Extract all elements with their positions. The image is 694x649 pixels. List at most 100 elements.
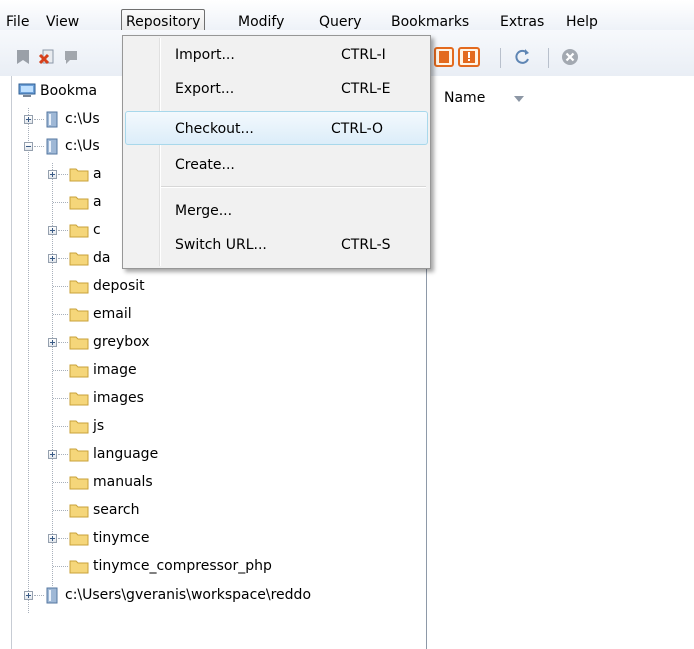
tree-node-label: image	[93, 362, 137, 378]
expand-icon[interactable]	[48, 338, 57, 347]
tree-node-folder[interactable]: deposit	[12, 275, 232, 297]
tree-node-label: language	[93, 446, 159, 462]
tree-node-label: js	[93, 418, 105, 434]
menu-item-import[interactable]: Import... CTRL-I	[125, 38, 428, 72]
sort-descending-icon[interactable]	[514, 96, 524, 102]
folder-icon	[69, 336, 89, 350]
tree-node-folder[interactable]: images	[12, 387, 232, 409]
tree-branch-line	[53, 482, 68, 483]
menu-item-checkout[interactable]: Checkout... CTRL-O	[125, 111, 428, 145]
tree-branch-line	[58, 538, 68, 539]
tree-branch-line	[34, 146, 44, 147]
tree-branch-line	[53, 510, 68, 511]
menu-item-switch-url[interactable]: Switch URL... CTRL-S	[125, 228, 428, 262]
comment-gray-icon[interactable]	[62, 48, 80, 66]
tree-node-folder[interactable]: js	[12, 415, 232, 437]
tree-node-folder[interactable]: a	[12, 163, 132, 185]
tree-node-folder[interactable]: a	[12, 191, 132, 213]
computer-icon	[18, 83, 36, 97]
folder-icon	[69, 224, 89, 238]
tree-node-label: tinymce_compressor_php	[93, 558, 272, 574]
tree-branch-line	[53, 286, 68, 287]
tree-node-label: da	[93, 250, 111, 266]
menu-separator	[161, 186, 426, 188]
menu-item-label: Import...	[175, 47, 235, 63]
menu-item-label: Switch URL...	[175, 237, 267, 253]
tree-node-label: a	[93, 166, 102, 182]
tree-node-folder[interactable]: email	[12, 303, 232, 325]
repository-dropdown-menu: Import... CTRL-I Export... CTRL-E Checko…	[122, 35, 431, 269]
menu-item-merge[interactable]: Merge...	[125, 194, 428, 228]
folder-icon	[69, 196, 89, 210]
folder-icon	[69, 448, 89, 462]
folder-icon	[69, 392, 89, 406]
tree-node-label: email	[93, 306, 132, 322]
menu-item-label: Checkout...	[175, 121, 254, 137]
tree-node-repo[interactable]: c:\Us	[12, 135, 132, 157]
tree-branch-line	[53, 398, 68, 399]
file-list-panel: Name	[428, 76, 694, 649]
menu-item-label: Merge...	[175, 203, 233, 219]
tree-node-folder[interactable]: greybox	[12, 331, 232, 353]
collapse-icon[interactable]	[24, 142, 33, 151]
folder-icon	[69, 532, 89, 546]
tree-branch-line	[53, 202, 68, 203]
menu-item-label: Export...	[175, 81, 235, 97]
toolbar-separator	[500, 48, 501, 68]
tree-root-label: Bookma	[40, 83, 98, 99]
menu-item-shortcut: CTRL-O	[331, 121, 384, 137]
expand-icon[interactable]	[24, 591, 33, 600]
orange-page-icon[interactable]	[434, 47, 454, 67]
tree-node-repo[interactable]: c:\Us	[12, 108, 132, 130]
menu-item-label: Create...	[175, 157, 235, 173]
cancel-icon[interactable]	[560, 47, 580, 67]
tree-branch-line	[34, 119, 44, 120]
tree-node-folder[interactable]: c	[12, 219, 132, 241]
menu-item-create[interactable]: Create...	[125, 148, 428, 182]
folder-icon	[69, 252, 89, 266]
expand-icon[interactable]	[48, 450, 57, 459]
folder-icon	[69, 504, 89, 518]
tree-branch-line	[53, 426, 68, 427]
tree-node-folder[interactable]: manuals	[12, 471, 232, 493]
tree-node-label: a	[93, 194, 102, 210]
tree-node-label: images	[93, 390, 144, 406]
folder-icon	[69, 560, 89, 574]
folder-icon	[69, 308, 89, 322]
tree-node-folder[interactable]: search	[12, 499, 232, 521]
tree-node-folder[interactable]: tinymce_compressor_php	[12, 555, 392, 577]
repository-icon	[46, 111, 58, 128]
tree-branch-line	[58, 174, 68, 175]
tree-branch-line	[58, 342, 68, 343]
refresh-icon[interactable]	[512, 47, 532, 67]
menubar: File View Repository Modify Query Bookma…	[0, 0, 694, 35]
tree-node-folder[interactable]: image	[12, 359, 232, 381]
bookmark-gray-icon[interactable]	[14, 48, 32, 66]
expand-icon[interactable]	[48, 226, 57, 235]
tree-node-label: search	[93, 502, 140, 518]
tree-node-folder[interactable]: da	[12, 247, 132, 269]
tree-node-label: c:\Us	[65, 138, 100, 154]
tree-node-folder[interactable]: language	[12, 443, 232, 465]
orange-page-alert-icon[interactable]	[458, 47, 480, 67]
expand-icon[interactable]	[48, 170, 57, 179]
tree-node-repo[interactable]: c:\Users\gveranis\workspace\reddo	[12, 584, 412, 606]
folder-icon	[69, 168, 89, 182]
expand-icon[interactable]	[24, 115, 33, 124]
tree-node-folder[interactable]: tinymce	[12, 527, 232, 549]
tree-branch-line	[58, 258, 68, 259]
tree-node-label: deposit	[93, 278, 145, 294]
menu-item-export[interactable]: Export... CTRL-E	[125, 72, 428, 106]
tree-node-label: c	[93, 222, 101, 238]
tree-branch-line	[58, 230, 68, 231]
folder-icon	[69, 420, 89, 434]
tree-branch-line	[53, 566, 68, 567]
column-header-name[interactable]: Name	[444, 90, 485, 106]
expand-icon[interactable]	[48, 534, 57, 543]
tree-node-label: c:\Us	[65, 111, 100, 127]
expand-icon[interactable]	[48, 254, 57, 263]
delete-bookmark-icon[interactable]	[38, 48, 56, 66]
tree-branch-line	[58, 454, 68, 455]
menu-item-shortcut: CTRL-E	[341, 81, 391, 97]
tree-branch-line	[34, 595, 44, 596]
